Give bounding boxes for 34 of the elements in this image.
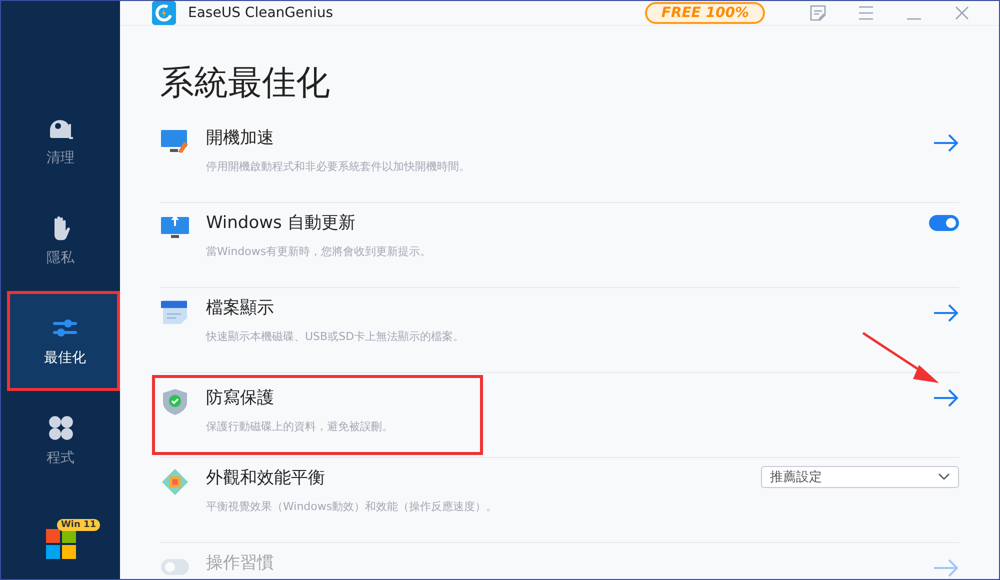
shield-check-icon	[160, 388, 190, 416]
arrow-right-icon[interactable]	[933, 389, 959, 407]
arrow-right-icon[interactable]	[933, 134, 959, 152]
monitor-rocket-icon	[160, 128, 190, 156]
windows-logo-icon	[46, 529, 76, 559]
option-description: 保護行動磁碟上的資料，避免被誤刪。	[206, 419, 393, 434]
sidebar-item[interactable]: 最佳化	[7, 291, 120, 391]
sidebar-item[interactable]: 程式	[1, 391, 120, 491]
arrow-right-icon[interactable]	[933, 304, 959, 322]
apps-icon	[48, 415, 74, 441]
option-title: 外觀和效能平衡	[206, 467, 326, 489]
option-description: 當Windows有更新時，您將會收到更新提示。	[206, 244, 432, 259]
file-icon	[160, 298, 190, 326]
menu-icon[interactable]	[857, 4, 875, 22]
preset-dropdown[interactable]: 推薦設定	[761, 466, 959, 488]
option-title: Windows 自動更新	[206, 212, 356, 234]
option-title: 檔案顯示	[206, 297, 275, 319]
option-title: 操作習慣	[206, 552, 274, 574]
chip-icon	[160, 468, 190, 496]
close-icon[interactable]	[953, 4, 971, 22]
monitor-upload-icon	[160, 213, 190, 241]
toggle-switch[interactable]	[929, 215, 959, 231]
option-description: 停用開機啟動程式和非必要系統套件以加快開機時間。	[206, 159, 470, 174]
option-title: 防寫保護	[206, 387, 275, 409]
option-title: 開機加速	[206, 127, 275, 149]
option-description: 快速顯示本機磁碟、USB或SD卡上無法顯示的檔案。	[206, 329, 464, 344]
option-description: 平衡視覺效果（Windows動效）和效能（操作反應速度）。	[206, 499, 498, 514]
os-version-badge: Win 11	[57, 519, 100, 531]
app-title: EaseUS CleanGenius	[188, 5, 334, 21]
sidebar-item[interactable]: 隱私	[1, 191, 120, 291]
chevron-down-icon	[938, 473, 950, 481]
feedback-icon[interactable]	[809, 4, 827, 22]
page-title: 系統最佳化	[160, 62, 331, 105]
sidebar-item[interactable]: 清理	[1, 91, 120, 191]
